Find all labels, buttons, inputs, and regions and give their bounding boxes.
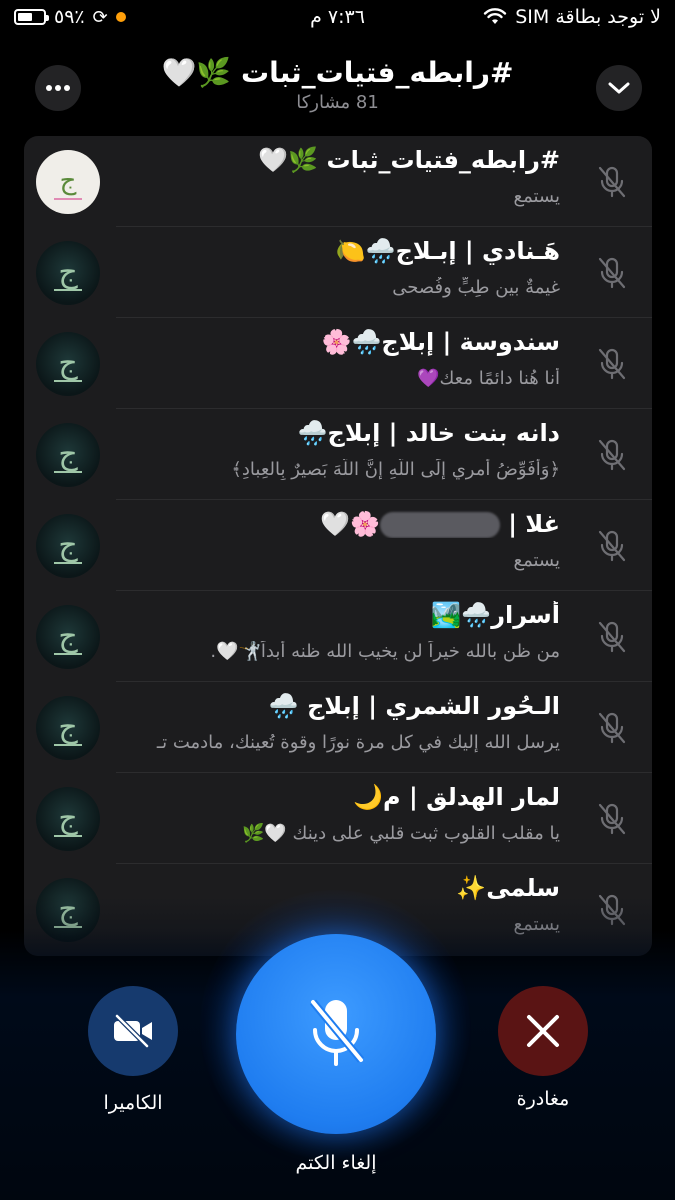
- unmute-label: إلغاء الكتم: [295, 1152, 377, 1174]
- participant-status: يا مقلب القلوب ثبت قلبي على دينك 🤍🌿: [242, 823, 560, 844]
- participant-row[interactable]: ج #رابطه_فتيات_ثبات 🌿🤍 يستمع: [24, 136, 652, 227]
- participant-row[interactable]: ج دانه بنت خالد | إبلاج🌧️ ﴿وَأُفَوِّضُ أَم…: [24, 409, 652, 500]
- camera-button[interactable]: [88, 986, 178, 1076]
- avatar[interactable]: ج: [36, 514, 100, 578]
- participant-status: من ظن بالله خيراً لن يخيب الله ظنه أبداً…: [210, 641, 560, 662]
- participant-count: 81 مشاركا: [296, 92, 379, 113]
- mic-off-icon: [594, 346, 630, 382]
- participant-name: هَـنادي | إبـلاج🌧️🍋: [335, 237, 560, 265]
- participant-row[interactable]: ج سندوسة | إبلاج🌧️🌸 أنا هُنا دائمًا معك💜: [24, 318, 652, 409]
- participant-status: يستمع: [513, 186, 561, 207]
- camera-off-icon: [114, 1014, 152, 1048]
- mic-off-icon: [594, 710, 630, 746]
- participant-name: دانه بنت خالد | إبلاج🌧️: [297, 419, 560, 447]
- mic-off-icon: [594, 892, 630, 928]
- camera-label: الكاميرا: [103, 1092, 163, 1114]
- status-right: لا توجد بطاقة SIM: [483, 6, 661, 28]
- chat-title: #رابطه_فتيات_ثبات 🌿🤍: [161, 56, 514, 89]
- chevron-down-icon: [608, 82, 630, 94]
- mic-off-icon: [594, 619, 630, 655]
- avatar[interactable]: ج: [36, 605, 100, 669]
- participant-list[interactable]: ج #رابطه_فتيات_ثبات 🌿🤍 يستمع ج هَـنادي | إبـ…: [24, 136, 652, 956]
- participant-status: ﴿وَأُفَوِّضُ أَمري إِلَى اللَّهِ إِنَّ ا…: [231, 459, 560, 480]
- participant-name: أسرار🌧️🏞️: [431, 601, 560, 629]
- more-icon: [46, 85, 70, 91]
- participant-status: يرسل الله إليك في كل مرة نورًا وقوة تُعي…: [156, 732, 560, 753]
- leave-label: مغادرة: [516, 1088, 570, 1110]
- mic-off-icon: [594, 801, 630, 837]
- participant-name: الـحُور الشمري | إبلاج 🌧️: [268, 692, 560, 720]
- mic-off-icon: [594, 164, 630, 200]
- status-bar: ٥٩٪ ⟳ ٧:٣٦ م لا توجد بطاقة SIM: [0, 0, 675, 36]
- participant-name: #رابطه_فتيات_ثبات 🌿🤍: [258, 146, 560, 174]
- participant-status: يستمع: [513, 550, 561, 571]
- participant-row[interactable]: ج غلا | 🌸🤍 يستمع: [24, 500, 652, 591]
- participant-status: غيمةٌ بين طِبٍّ وفُصحى: [392, 277, 560, 298]
- close-icon: [527, 1015, 559, 1047]
- avatar[interactable]: ج: [36, 423, 100, 487]
- redacted-name: [379, 512, 500, 538]
- participant-name: غلا | 🌸🤍: [320, 510, 560, 538]
- mic-off-icon: [309, 999, 365, 1066]
- mic-off-icon: [594, 255, 630, 291]
- avatar[interactable]: ج: [36, 150, 100, 214]
- participant-name: لمار الهدلق | م🌙: [353, 783, 560, 811]
- participant-name: سندوسة | إبلاج🌧️🌸: [321, 328, 560, 356]
- wifi-icon: [484, 8, 507, 24]
- mic-off-icon: [594, 528, 630, 564]
- participant-row[interactable]: ج الـحُور الشمري | إبلاج 🌧️ يرسل الله إليك…: [24, 682, 652, 773]
- participant-row[interactable]: ج لمار الهدلق | م🌙 يا مقلب القلوب ثبت قلبي…: [24, 773, 652, 864]
- unmute-button[interactable]: [236, 934, 436, 1134]
- minimize-button[interactable]: [596, 65, 642, 111]
- leave-button[interactable]: [498, 986, 588, 1076]
- carrier-text: لا توجد بطاقة SIM: [515, 6, 661, 28]
- mic-off-icon: [594, 437, 630, 473]
- avatar[interactable]: ج: [36, 241, 100, 305]
- more-button[interactable]: [35, 65, 81, 111]
- participant-row[interactable]: ج أسرار🌧️🏞️ من ظن بالله خيراً لن يخيب الله…: [24, 591, 652, 682]
- avatar[interactable]: ج: [36, 332, 100, 396]
- avatar[interactable]: ج: [36, 696, 100, 760]
- avatar[interactable]: ج: [36, 787, 100, 851]
- participant-status: أنا هُنا دائمًا معك💜: [417, 368, 560, 389]
- participant-row[interactable]: ج هَـنادي | إبـلاج🌧️🍋 غيمةٌ بين طِبٍّ وفُص…: [24, 227, 652, 318]
